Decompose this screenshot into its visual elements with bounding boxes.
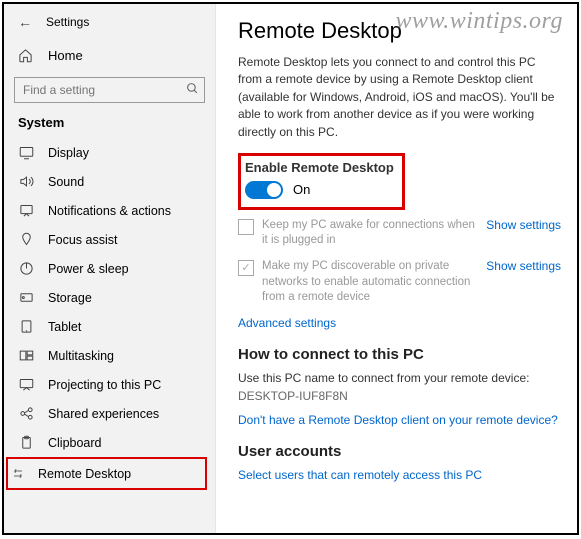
- enable-remote-desktop-section: Enable Remote Desktop On: [238, 153, 405, 210]
- display-icon: [18, 145, 34, 160]
- enable-title: Enable Remote Desktop: [245, 160, 394, 175]
- back-button[interactable]: ←: [18, 14, 32, 30]
- pc-name: DESKTOP-IUF8F8N: [238, 389, 561, 403]
- option-discoverable: ✓ Make my PC discoverable on private net…: [238, 259, 561, 306]
- show-settings-link-1[interactable]: Show settings: [486, 218, 561, 232]
- search-icon: [186, 82, 199, 95]
- no-client-link[interactable]: Don't have a Remote Desktop client on yo…: [238, 413, 561, 427]
- user-accounts-title: User accounts: [238, 443, 561, 460]
- nav-label: Display: [48, 146, 89, 160]
- tablet-icon: [18, 319, 34, 334]
- opt-text: Keep my PC awake for connections when it…: [262, 218, 478, 249]
- notifications-icon: [18, 203, 34, 218]
- sidebar-item-power[interactable]: Power & sleep: [12, 254, 207, 283]
- settings-title: Settings: [46, 15, 89, 29]
- nav-label: Storage: [48, 291, 92, 305]
- nav-list: Display Sound Notifications & actions Fo…: [12, 138, 207, 490]
- sidebar-item-home[interactable]: Home: [12, 42, 207, 71]
- checkbox-discoverable[interactable]: ✓: [238, 260, 254, 276]
- section-title: System: [12, 113, 207, 138]
- nav-label: Clipboard: [48, 436, 102, 450]
- advanced-settings-link[interactable]: Advanced settings: [238, 316, 561, 330]
- nav-label: Notifications & actions: [48, 204, 171, 218]
- sidebar-item-shared[interactable]: Shared experiences: [12, 399, 207, 428]
- sidebar: ← Settings Home System Display Sound Not…: [4, 4, 216, 533]
- header: ← Settings: [12, 14, 207, 30]
- sidebar-item-projecting[interactable]: Projecting to this PC: [12, 370, 207, 399]
- home-icon: [18, 48, 34, 63]
- opt-text: Make my PC discoverable on private netwo…: [262, 259, 478, 306]
- focus-icon: [18, 232, 34, 247]
- sidebar-item-notifications[interactable]: Notifications & actions: [12, 196, 207, 225]
- nav-label: Remote Desktop: [38, 467, 131, 481]
- page-title: Remote Desktop: [238, 18, 561, 44]
- nav-label: Focus assist: [48, 233, 117, 247]
- power-icon: [18, 261, 34, 276]
- howto-text: Use this PC name to connect from your re…: [238, 371, 561, 385]
- sidebar-item-focus[interactable]: Focus assist: [12, 225, 207, 254]
- page-description: Remote Desktop lets you connect to and c…: [238, 54, 561, 141]
- sidebar-item-display[interactable]: Display: [12, 138, 207, 167]
- howto-title: How to connect to this PC: [238, 346, 561, 363]
- nav-label: Power & sleep: [48, 262, 129, 276]
- projecting-icon: [18, 377, 34, 392]
- nav-label: Tablet: [48, 320, 81, 334]
- clipboard-icon: [18, 435, 34, 450]
- sidebar-item-remote-desktop[interactable]: Remote Desktop: [6, 457, 207, 490]
- search-input[interactable]: [14, 77, 205, 103]
- shared-icon: [18, 406, 34, 421]
- multitasking-icon: [18, 348, 34, 363]
- sidebar-item-multitasking[interactable]: Multitasking: [12, 341, 207, 370]
- search-box[interactable]: [14, 77, 205, 103]
- show-settings-link-2[interactable]: Show settings: [486, 259, 561, 273]
- sidebar-item-clipboard[interactable]: Clipboard: [12, 428, 207, 457]
- select-users-link[interactable]: Select users that can remotely access th…: [238, 468, 561, 482]
- nav-label: Projecting to this PC: [48, 378, 161, 392]
- storage-icon: [18, 290, 34, 305]
- enable-toggle[interactable]: [245, 181, 283, 199]
- home-label: Home: [48, 48, 83, 63]
- content-area: Remote Desktop Remote Desktop lets you c…: [216, 4, 577, 533]
- sidebar-item-storage[interactable]: Storage: [12, 283, 207, 312]
- sidebar-item-tablet[interactable]: Tablet: [12, 312, 207, 341]
- sidebar-item-sound[interactable]: Sound: [12, 167, 207, 196]
- toggle-state-label: On: [293, 182, 310, 197]
- remote-icon: [8, 466, 24, 481]
- sound-icon: [18, 174, 34, 189]
- nav-label: Sound: [48, 175, 84, 189]
- checkbox-keep-awake[interactable]: [238, 219, 254, 235]
- nav-label: Shared experiences: [48, 407, 159, 421]
- nav-label: Multitasking: [48, 349, 114, 363]
- option-keep-awake: Keep my PC awake for connections when it…: [238, 218, 561, 249]
